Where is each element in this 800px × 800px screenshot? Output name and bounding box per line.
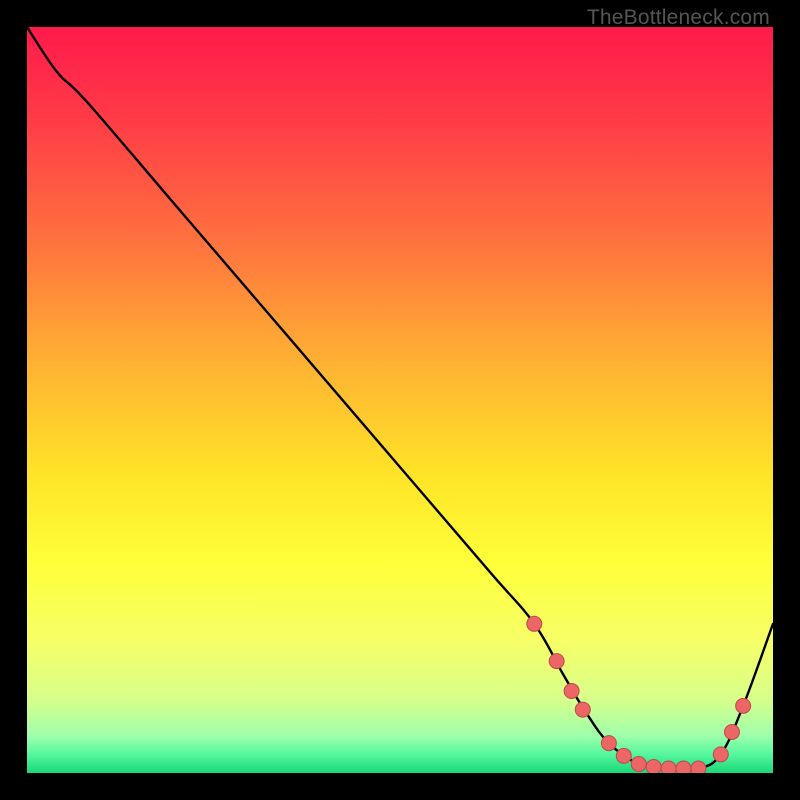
curve-marker bbox=[736, 698, 751, 713]
curve-marker bbox=[661, 761, 676, 773]
gradient-background bbox=[27, 27, 773, 773]
curve-marker bbox=[616, 748, 631, 763]
chart-svg bbox=[27, 27, 773, 773]
curve-marker bbox=[646, 760, 661, 773]
chart-container: TheBottleneck.com bbox=[0, 0, 800, 800]
plot-area bbox=[27, 27, 773, 773]
curve-marker bbox=[527, 616, 542, 631]
curve-marker bbox=[549, 654, 564, 669]
curve-marker bbox=[724, 724, 739, 739]
curve-marker bbox=[575, 702, 590, 717]
curve-marker bbox=[631, 757, 646, 772]
curve-marker bbox=[713, 747, 728, 762]
curve-marker bbox=[564, 683, 579, 698]
curve-marker bbox=[676, 761, 691, 773]
curve-marker bbox=[691, 761, 706, 773]
curve-marker bbox=[601, 736, 616, 751]
